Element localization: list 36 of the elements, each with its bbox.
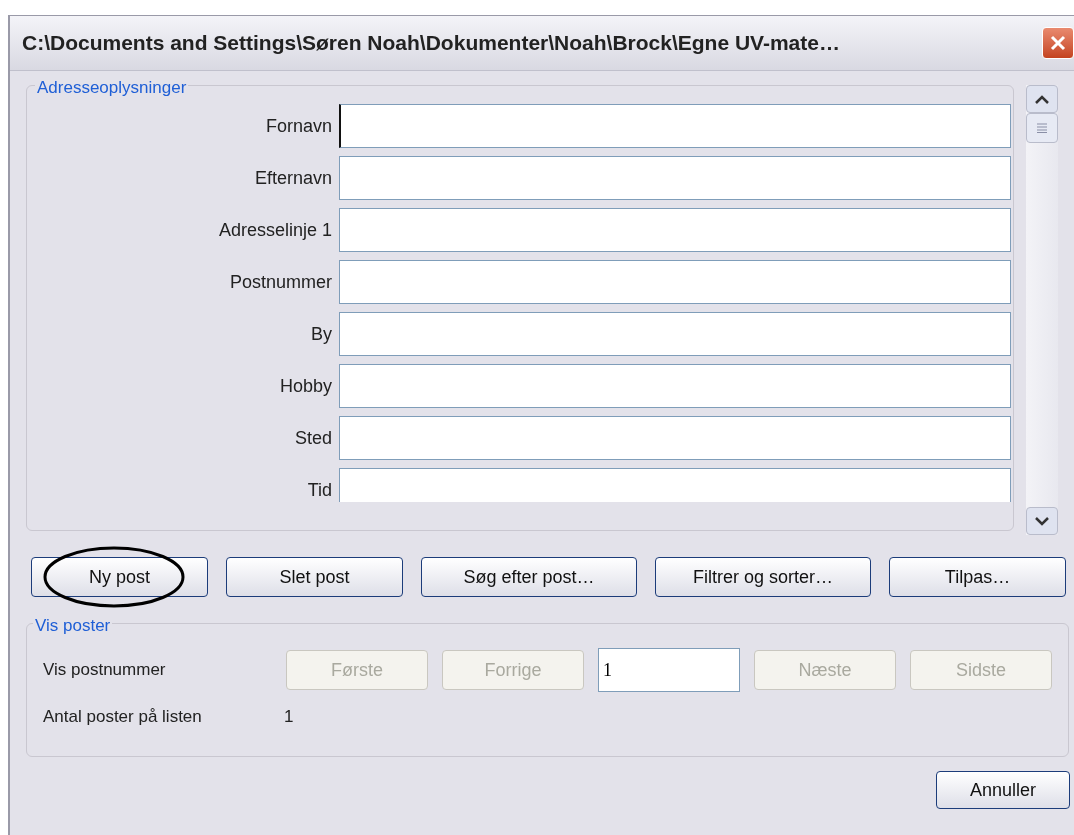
field-label: Hobby (278, 374, 333, 398)
count-value: 1 (284, 706, 294, 728)
text-field[interactable] (339, 260, 1011, 304)
field-label: By (310, 322, 333, 346)
text-field[interactable] (339, 468, 1011, 502)
text-field[interactable] (339, 312, 1011, 356)
field-label: Vis postnummer (43, 659, 167, 682)
field-label: Adresselinje 1 (217, 218, 333, 242)
scrollbar[interactable] (1026, 85, 1058, 535)
record-button[interactable]: Tilpas… (889, 557, 1066, 597)
chevron-down-icon (1035, 516, 1050, 526)
chevron-up-icon (1035, 94, 1050, 104)
field-label: Efternavn (253, 166, 333, 190)
cancel-button[interactable]: Annuller (936, 771, 1070, 809)
text-field[interactable] (339, 104, 1011, 148)
field-label: Sted (293, 426, 333, 450)
close-button[interactable] (1042, 27, 1074, 59)
record-button[interactable]: Filtrer og sorter… (655, 557, 871, 597)
text-field[interactable] (339, 156, 1011, 200)
record-button[interactable]: Slet post (226, 557, 403, 597)
text-field[interactable] (339, 416, 1011, 460)
scroll-up-button[interactable] (1026, 85, 1058, 113)
field-label: Tid (306, 478, 333, 502)
record-button[interactable]: Ny post (31, 557, 208, 597)
text-field[interactable] (339, 364, 1011, 408)
count-label: Antal poster på listen (43, 706, 203, 728)
close-icon (1049, 34, 1067, 52)
scroll-down-button[interactable] (1026, 507, 1058, 535)
text-field[interactable] (339, 208, 1011, 252)
scroll-thumb[interactable] (1026, 113, 1058, 143)
field-label: Fornavn (264, 114, 333, 138)
record-number-field[interactable]: 1 (598, 648, 740, 692)
grip-icon (1037, 123, 1048, 133)
window-title: C:\Documents and Settings\Søren Noah\Dokumenter\Noah\Brock\Egne UV-mate… (22, 30, 840, 57)
record-button[interactable]: Søg efter post… (421, 557, 637, 597)
field-label: Postnummer (228, 270, 333, 294)
